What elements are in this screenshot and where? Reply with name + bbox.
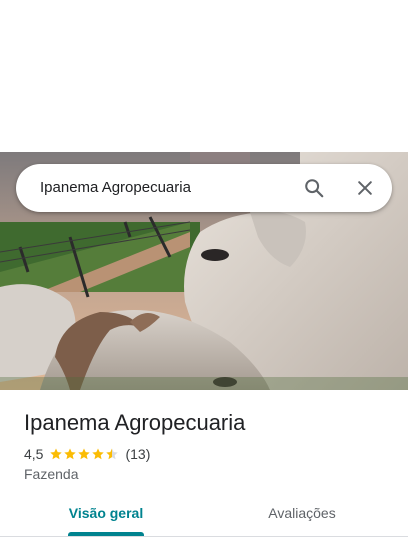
close-button[interactable] — [351, 174, 379, 202]
tab-reviews[interactable]: Avaliações — [262, 496, 342, 536]
search-input[interactable]: Ipanema Agropecuaria — [40, 179, 191, 196]
search-bar[interactable]: Ipanema Agropecuaria — [16, 164, 392, 212]
star-rating — [49, 447, 119, 461]
rating-row[interactable]: 4,5 (13) — [24, 445, 150, 463]
close-icon — [358, 181, 372, 195]
search-icon — [305, 179, 324, 198]
tab-overview-label: Visão geral — [68, 505, 144, 521]
tab-overview[interactable]: Visão geral — [68, 496, 144, 536]
place-category: Fazenda — [24, 466, 79, 482]
search-button[interactable] — [300, 174, 328, 202]
star-icon — [106, 448, 119, 460]
review-count[interactable]: (13) — [125, 446, 150, 462]
star-icon — [78, 448, 91, 460]
divider — [0, 536, 408, 537]
star-icon — [64, 448, 77, 460]
tab-bar: Visão geral Avaliações — [0, 496, 408, 536]
blank-area — [0, 0, 408, 152]
rating-value: 4,5 — [24, 446, 44, 462]
star-icon — [50, 448, 63, 460]
tab-reviews-label: Avaliações — [268, 505, 336, 521]
star-icon — [92, 448, 105, 460]
place-title: Ipanema Agropecuaria — [24, 410, 246, 435]
place-info-panel: Ipanema Agropecuaria 4,5 (13) Fazenda Vi… — [0, 390, 408, 544]
